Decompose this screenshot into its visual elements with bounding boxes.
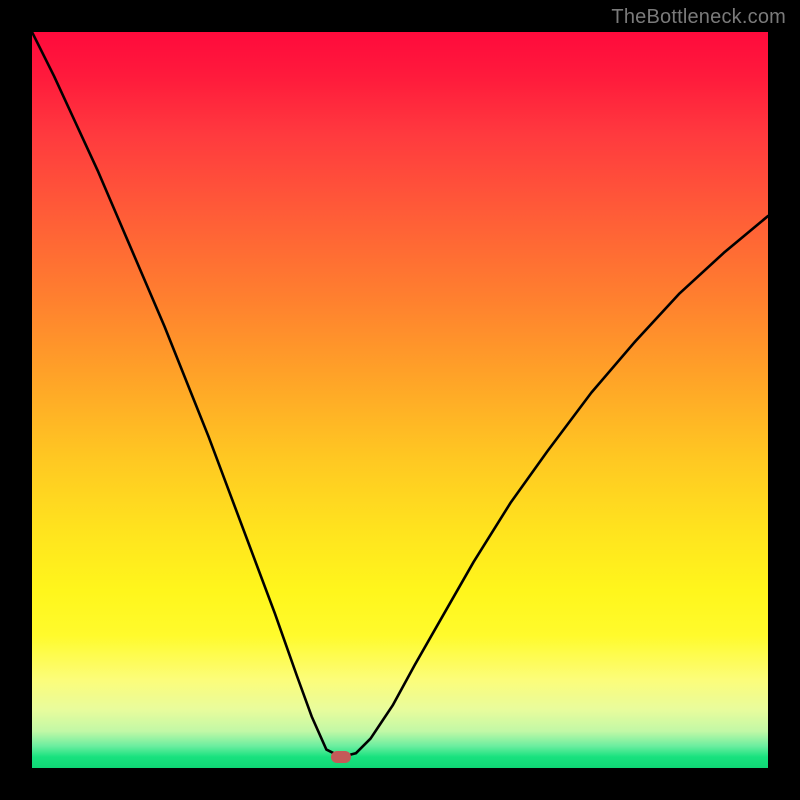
bottleneck-curve bbox=[32, 32, 768, 768]
watermark-text: TheBottleneck.com bbox=[611, 6, 786, 29]
min-marker bbox=[331, 751, 351, 763]
plot-area bbox=[32, 32, 768, 768]
chart-frame: TheBottleneck.com bbox=[0, 0, 800, 800]
